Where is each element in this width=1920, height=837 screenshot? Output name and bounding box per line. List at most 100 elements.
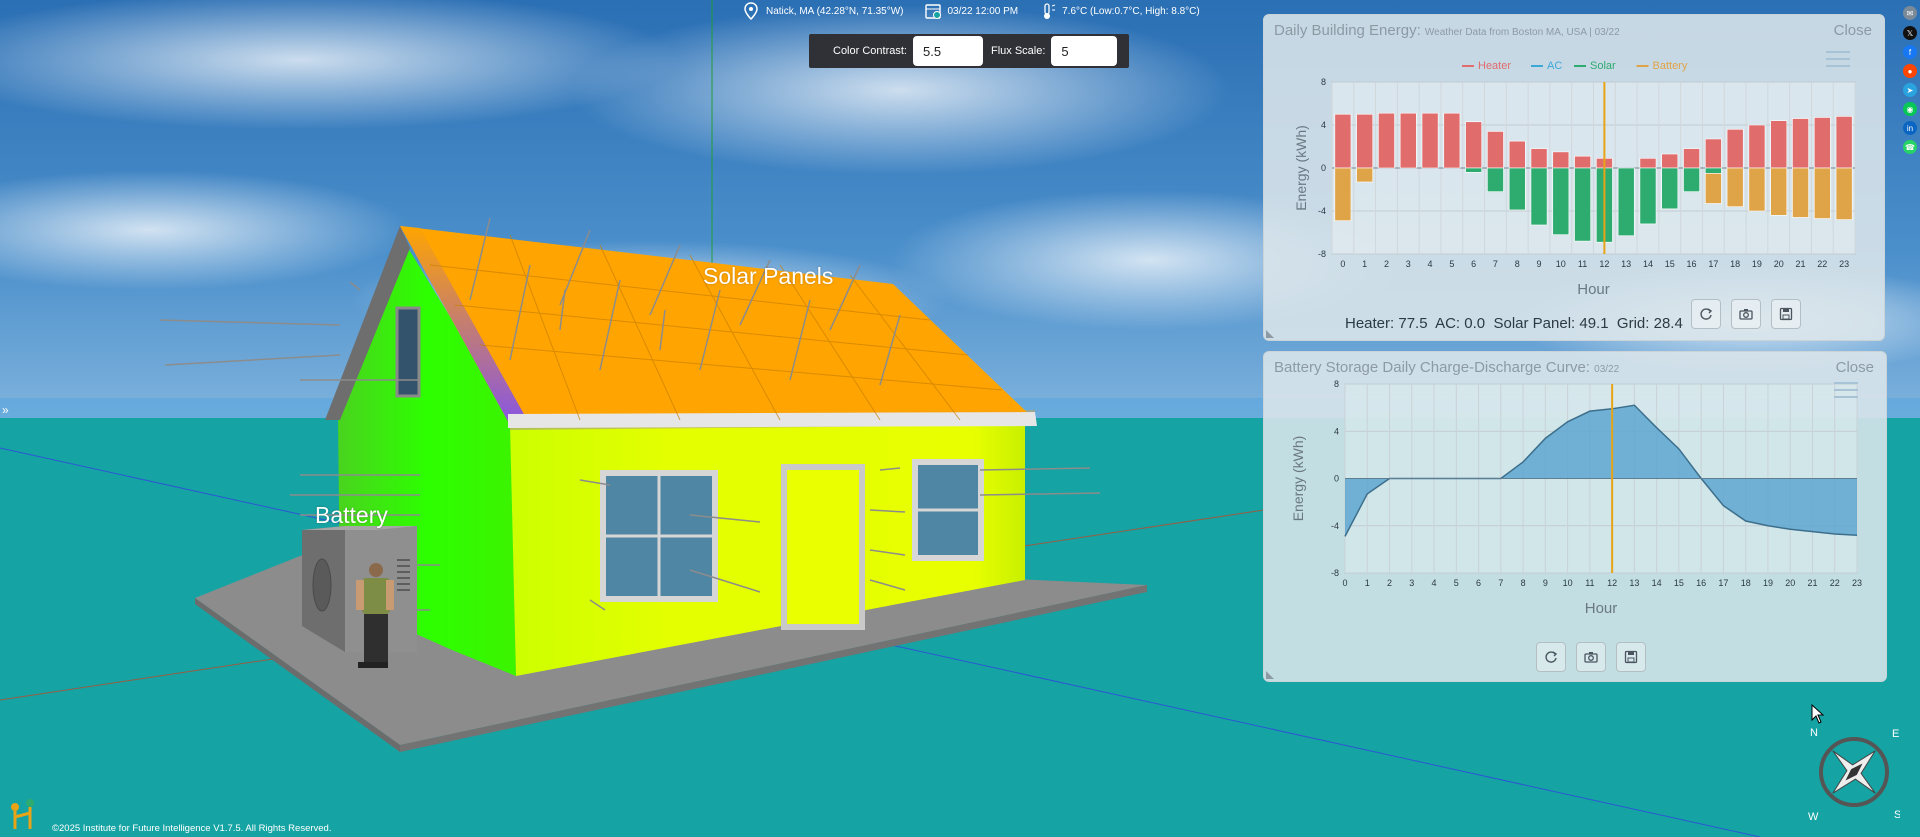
- compass-w: W: [1808, 811, 1819, 823]
- bar-heater: [1443, 112, 1461, 169]
- ac-summary-label: AC:: [1435, 315, 1461, 332]
- y-tick-label: 4: [1334, 426, 1339, 436]
- save-icon: [1624, 650, 1638, 664]
- share-linkedin-button[interactable]: in: [1903, 121, 1917, 135]
- x-tick-label: 16: [1687, 259, 1697, 269]
- x-tick-label: 6: [1471, 259, 1476, 269]
- reload-icon: [1545, 651, 1558, 663]
- share-x-button[interactable]: 𝕏: [1903, 26, 1917, 40]
- x-tick-label: 21: [1796, 259, 1806, 269]
- share-facebook-button[interactable]: f: [1903, 45, 1917, 59]
- compass-s: S: [1894, 809, 1900, 821]
- share-email-button[interactable]: ✉: [1903, 6, 1917, 20]
- y-tick-label: 4: [1321, 120, 1326, 130]
- x-tick-label: 18: [1741, 578, 1751, 588]
- battery-storage-panel[interactable]: Battery Storage Daily Charge-Discharge C…: [1263, 351, 1887, 682]
- x-tick-label: 20: [1785, 578, 1795, 588]
- y-tick-label: 8: [1321, 77, 1326, 87]
- x-tick-label: 22: [1817, 259, 1827, 269]
- bar-heater: [1835, 116, 1853, 169]
- x-tick-label: 10: [1556, 259, 1566, 269]
- x-tick-label: 4: [1428, 259, 1433, 269]
- energy-summary: Heater: 77.5 AC: 0.0 Solar Panel: 49.1 G…: [1345, 315, 1683, 332]
- heater-summary-value: 77.5: [1398, 315, 1428, 332]
- x-tick-label: 3: [1406, 259, 1411, 269]
- sidebar-toggle[interactable]: »: [2, 403, 9, 417]
- bar-heater: [1639, 158, 1657, 169]
- daily-energy-panel[interactable]: Daily Building Energy: Weather Data from…: [1263, 14, 1885, 341]
- x-tick-label: 9: [1537, 259, 1542, 269]
- x-tick-label: 7: [1498, 578, 1503, 588]
- grid-summary-label: Grid:: [1616, 315, 1650, 332]
- bar-heater: [1704, 138, 1722, 169]
- menu-lines-icon[interactable]: [1834, 380, 1858, 400]
- x-tick-label: 5: [1454, 578, 1459, 588]
- bar-heater: [1378, 112, 1395, 169]
- save-button[interactable]: [1771, 299, 1801, 329]
- status-bar: Natick, MA (42.28°N, 71.35°W) 03/22 12:0…: [742, 0, 1214, 22]
- x-tick-label: 1: [1365, 578, 1370, 588]
- resize-handle-icon[interactable]: [1266, 671, 1274, 679]
- y-tick-label: 0: [1321, 163, 1326, 173]
- compass-e: E: [1892, 728, 1899, 740]
- weather-text[interactable]: 7.6°C (Low:0.7°C, High: 8.8°C): [1062, 6, 1200, 17]
- datetime-text[interactable]: 03/22 12:00 PM: [948, 6, 1019, 17]
- x-tick-label: 14: [1652, 578, 1662, 588]
- x-tick-label: 15: [1665, 259, 1675, 269]
- screenshot-button[interactable]: [1576, 642, 1606, 672]
- battery-curve-chart: -8-40480 1 2 3 4 5 6 7 8 9 10 11 12 13 14 15 16 17 18 19 20 2…: [1290, 379, 1862, 617]
- camera-icon: [1739, 309, 1753, 320]
- resize-handle-icon[interactable]: [1266, 330, 1274, 338]
- reload-button[interactable]: [1691, 299, 1721, 329]
- solar-summary-value: 49.1: [1579, 315, 1609, 332]
- y-tick-label: 8: [1334, 379, 1339, 389]
- location-text[interactable]: Natick, MA (42.28°N, 71.35°W): [766, 6, 904, 17]
- y-tick-label: -8: [1331, 568, 1339, 578]
- bar-battery: [1704, 173, 1722, 204]
- x-tick-label: 2: [1384, 259, 1389, 269]
- menu-lines-icon[interactable]: [1826, 49, 1850, 69]
- legend-ac: AC: [1547, 60, 1562, 72]
- y-axis-title: Energy (kWh): [1290, 436, 1306, 522]
- share-telegram-button[interactable]: ➤: [1903, 83, 1917, 97]
- x-tick-label: 16: [1696, 578, 1706, 588]
- share-whatsapp-button[interactable]: ☎: [1903, 140, 1917, 154]
- x-tick-label: 20: [1774, 259, 1784, 269]
- x-tick-label: 22: [1830, 578, 1840, 588]
- y-tick-label: -8: [1318, 249, 1326, 259]
- bar-solar: [1508, 167, 1526, 211]
- share-reddit-button[interactable]: ●: [1903, 64, 1917, 78]
- save-icon: [1779, 307, 1793, 321]
- bar-solar: [1465, 167, 1483, 173]
- x-tick-label: 17: [1718, 578, 1728, 588]
- x-tick-label: 23: [1852, 578, 1862, 588]
- bar-battery: [1334, 167, 1352, 221]
- bar-heater: [1574, 155, 1591, 169]
- reload-button[interactable]: [1536, 642, 1566, 672]
- bar-solar: [1617, 167, 1635, 237]
- flux-scale-input[interactable]: [1051, 36, 1118, 66]
- mouse-cursor-icon: [1811, 704, 1825, 724]
- bar-heater: [1813, 117, 1831, 169]
- x-tick-label: 10: [1563, 578, 1573, 588]
- front-door: [781, 464, 865, 630]
- bar-heater: [1334, 113, 1352, 169]
- bar-solar: [1574, 167, 1591, 242]
- cloud: [570, 5, 1230, 175]
- screenshot-button[interactable]: [1731, 299, 1761, 329]
- copyright-footer: ©2025 Institute for Future Intelligence …: [52, 823, 332, 834]
- share-line-button[interactable]: ◉: [1903, 102, 1917, 116]
- bar-heater: [1770, 120, 1788, 169]
- y-axis-title: Energy (kWh): [1293, 125, 1309, 211]
- camera-icon: [1584, 652, 1598, 663]
- compass-icon[interactable]: N E S W: [1796, 722, 1900, 826]
- bar-heater: [1356, 113, 1374, 169]
- flux-scale-label: Flux Scale:: [990, 45, 1046, 57]
- x-tick-label: 12: [1599, 259, 1609, 269]
- bar-heater: [1487, 131, 1504, 169]
- bar-heater: [1726, 129, 1744, 169]
- color-contrast-input[interactable]: [912, 36, 983, 66]
- save-button[interactable]: [1616, 642, 1646, 672]
- reload-icon: [1700, 308, 1713, 320]
- bar-battery: [1792, 167, 1809, 218]
